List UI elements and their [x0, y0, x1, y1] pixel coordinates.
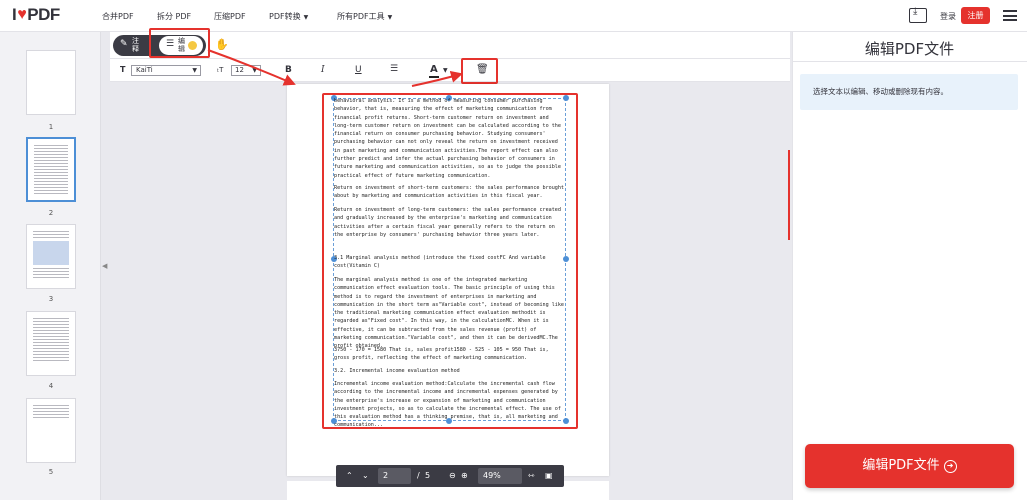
page-separator: / [417, 471, 420, 480]
page-navigator: ⌃ ⌄ 2 / 5 ⊖ ⊕ 49% ⇿ ▣ [336, 465, 564, 487]
zoom-in-icon[interactable]: ⊕ [461, 471, 468, 480]
edit-pdf-button[interactable]: 编辑PDF文件 ➜ [805, 444, 1014, 488]
panel-info-message: 选择文本以编辑、移动或删除现有内容。 [800, 74, 1018, 110]
zoom-out-icon[interactable]: ⊖ [449, 471, 456, 480]
chevron-down-icon[interactable]: ⌄ [362, 471, 369, 480]
divider [792, 61, 1027, 62]
edit-pdf-button-label: 编辑PDF文件 [862, 458, 940, 473]
chevron-up-icon[interactable]: ⌃ [346, 471, 353, 480]
arrow-to-delete [411, 70, 463, 87]
fit-width-icon[interactable]: ⇿ [528, 471, 535, 480]
total-pages: 5 [425, 471, 431, 480]
arrow-to-page [207, 49, 296, 86]
arrow-right-circle-icon: ➜ [943, 460, 957, 473]
page-number-input[interactable]: 2 [378, 468, 411, 484]
panel-title: 编辑PDF文件 [864, 40, 955, 58]
zoom-level[interactable]: 49% [478, 468, 522, 484]
fit-page-icon[interactable]: ▣ [545, 471, 553, 480]
